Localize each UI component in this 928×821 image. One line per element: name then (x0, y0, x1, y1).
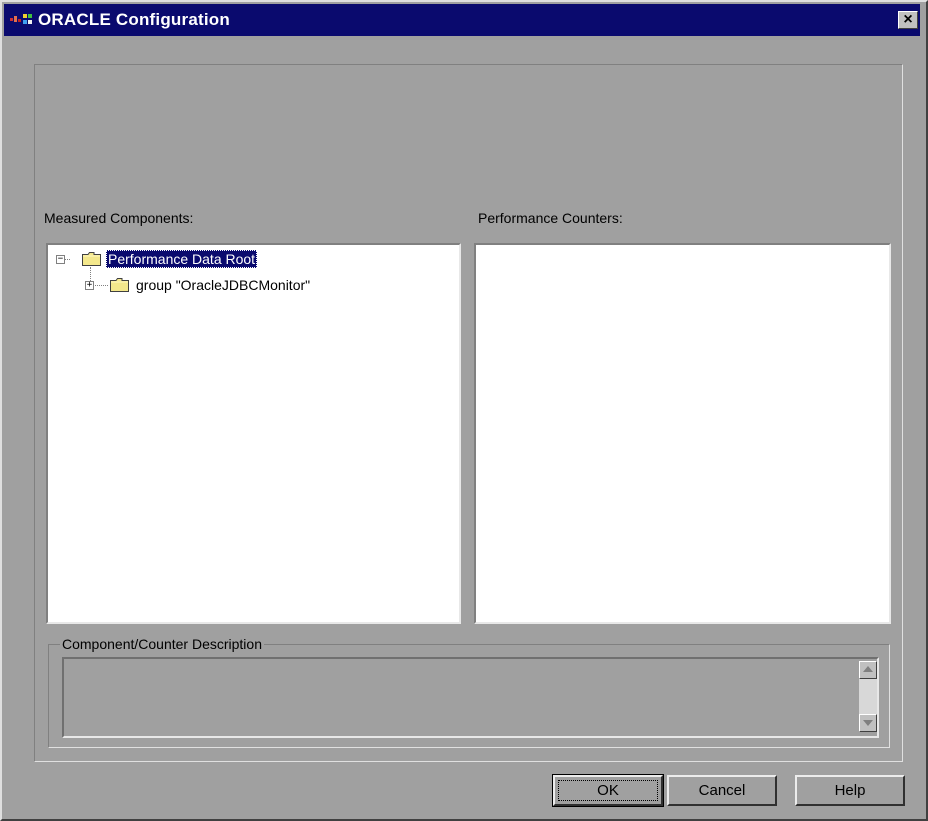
tree-node-label[interactable]: Performance Data Root (106, 250, 258, 268)
arrow-up-icon (863, 666, 873, 672)
performance-counters-label: Performance Counters: (478, 210, 623, 226)
folder-icon (110, 278, 129, 292)
tree-node-label[interactable]: group "OracleJDBCMonitor" (134, 276, 312, 294)
measured-components-label: Measured Components: (44, 210, 194, 226)
app-icon (10, 14, 32, 24)
help-button-label: Help (834, 782, 866, 799)
performance-counters-list[interactable] (474, 243, 891, 624)
close-button[interactable]: × (898, 11, 918, 29)
expand-icon[interactable]: + (85, 281, 94, 290)
ok-button[interactable]: OK (552, 774, 664, 807)
description-legend: Component/Counter Description (60, 636, 264, 652)
cancel-button-label: Cancel (698, 782, 746, 799)
scrollbar-track[interactable] (859, 679, 877, 714)
folder-icon (82, 252, 101, 266)
ok-button-label: OK (597, 782, 619, 799)
scroll-down-button[interactable] (859, 714, 877, 732)
window-title: ORACLE Configuration (38, 10, 230, 29)
help-button[interactable]: Help (795, 775, 905, 806)
arrow-down-icon (863, 720, 873, 726)
oracle-configuration-dialog: ORACLE Configuration × Measured Componen… (0, 0, 928, 821)
collapse-icon[interactable]: − (56, 255, 65, 264)
description-textarea[interactable] (62, 657, 879, 738)
scroll-up-button[interactable] (859, 661, 877, 679)
cancel-button[interactable]: Cancel (667, 775, 777, 806)
measured-components-tree[interactable]: − Performance Data Root + group "OracleJ… (46, 243, 461, 624)
close-icon: × (903, 11, 913, 28)
title-bar[interactable]: ORACLE Configuration × (4, 4, 920, 36)
